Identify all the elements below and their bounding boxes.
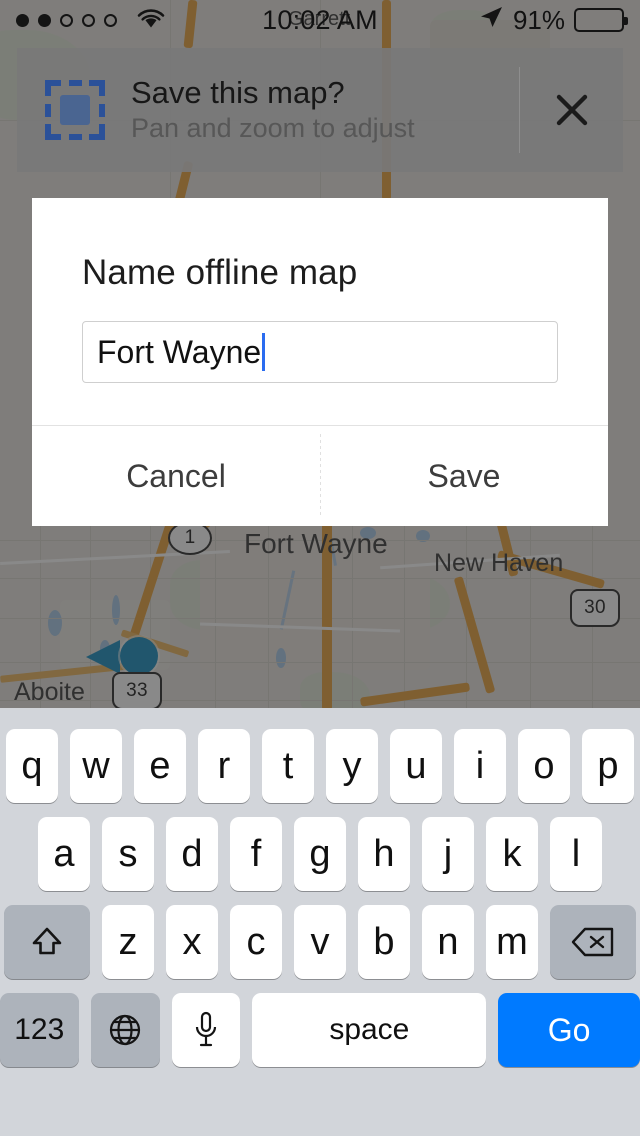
go-key[interactable]: Go — [498, 993, 640, 1067]
keyboard-row-3: z x c v b n m — [0, 898, 640, 986]
status-bar-right: 91% — [478, 4, 628, 37]
key-p[interactable]: p — [582, 729, 634, 803]
banner-close-button[interactable] — [520, 48, 623, 172]
cancel-button[interactable]: Cancel — [32, 426, 320, 526]
location-arrow-icon — [478, 4, 504, 37]
shift-key[interactable] — [4, 905, 90, 979]
keyboard-row-1: q w e r t y u i o p — [0, 722, 640, 810]
map-street — [404, 500, 405, 708]
actions-divider — [320, 434, 321, 518]
key-z[interactable]: z — [102, 905, 154, 979]
dialog-actions: Cancel Save — [32, 426, 608, 526]
numbers-key[interactable]: 123 — [0, 993, 79, 1067]
key-h[interactable]: h — [358, 817, 410, 891]
current-location-dot — [120, 637, 158, 675]
map-water — [276, 648, 286, 668]
map-street — [0, 578, 640, 579]
key-c[interactable]: c — [230, 905, 282, 979]
map-highway — [359, 682, 471, 707]
keyboard-row-2: a s d f g h j k l — [0, 810, 640, 898]
key-r[interactable]: r — [198, 729, 250, 803]
map-label-aboite: Aboite — [14, 678, 85, 706]
dialog-title: Name offline map — [82, 253, 358, 292]
map-street — [90, 500, 91, 708]
key-f[interactable]: f — [230, 817, 282, 891]
map-highway — [453, 576, 496, 694]
key-v[interactable]: v — [294, 905, 346, 979]
selection-square-icon — [45, 80, 105, 140]
screen: 1 33 30 Garrett Fort Wayne New Haven Abo… — [0, 0, 640, 1136]
map-street — [215, 500, 216, 708]
key-w[interactable]: w — [70, 729, 122, 803]
banner-subtitle: Pan and zoom to adjust — [131, 113, 415, 144]
battery-percent-label: 91% — [512, 4, 565, 35]
battery-icon — [574, 8, 628, 32]
map-name-input-value: Fort Wayne — [97, 333, 262, 370]
key-e[interactable]: e — [134, 729, 186, 803]
name-field-wrapper: Fort Wayne — [32, 293, 608, 425]
key-n[interactable]: n — [422, 905, 474, 979]
map-name-input[interactable]: Fort Wayne — [82, 321, 558, 383]
banner-title: Save this map? — [131, 75, 345, 111]
name-offline-map-dialog: Name offline map Fort Wayne Cancel Save — [32, 198, 608, 526]
map-water — [112, 595, 120, 625]
key-d[interactable]: d — [166, 817, 218, 891]
backspace-key[interactable] — [550, 905, 636, 979]
microphone-icon — [193, 1011, 219, 1049]
map-water — [48, 610, 62, 636]
status-bar: 10:02 AM 91% — [0, 0, 640, 40]
keyboard-row-4: 123 space Go — [0, 986, 640, 1074]
key-g[interactable]: g — [294, 817, 346, 891]
dictation-key[interactable] — [171, 993, 241, 1067]
save-map-banner[interactable]: Save this map? Pan and zoom to adjust — [17, 48, 623, 172]
key-l[interactable]: l — [550, 817, 602, 891]
globe-key[interactable] — [90, 993, 160, 1067]
space-key[interactable]: space — [252, 993, 487, 1067]
on-screen-keyboard[interactable]: q w e r t y u i o p a s d f g h j k l z … — [0, 708, 640, 1136]
shift-icon — [29, 924, 65, 960]
location-direction-cone — [86, 640, 120, 674]
key-i[interactable]: i — [454, 729, 506, 803]
text-cursor — [262, 333, 266, 371]
map-street — [530, 500, 531, 708]
key-u[interactable]: u — [390, 729, 442, 803]
save-button[interactable]: Save — [320, 426, 608, 526]
key-x[interactable]: x — [166, 905, 218, 979]
banner-text-group: Save this map? Pan and zoom to adjust — [131, 74, 519, 146]
map-green-area — [300, 672, 370, 708]
key-q[interactable]: q — [6, 729, 58, 803]
key-t[interactable]: t — [262, 729, 314, 803]
map-street — [0, 700, 640, 701]
highway-shield-1: 1 — [168, 521, 212, 555]
key-j[interactable]: j — [422, 817, 474, 891]
highway-shield-33: 33 — [112, 672, 162, 708]
key-m[interactable]: m — [486, 905, 538, 979]
map-label-fort-wayne: Fort Wayne — [244, 528, 388, 559]
key-y[interactable]: y — [326, 729, 378, 803]
key-k[interactable]: k — [486, 817, 538, 891]
close-icon — [554, 92, 590, 128]
key-s[interactable]: s — [102, 817, 154, 891]
key-b[interactable]: b — [358, 905, 410, 979]
map-street — [0, 618, 640, 619]
backspace-icon — [571, 926, 615, 958]
globe-icon — [107, 1012, 143, 1048]
highway-shield-30: 30 — [570, 589, 620, 627]
key-a[interactable]: a — [38, 817, 90, 891]
key-o[interactable]: o — [518, 729, 570, 803]
map-label-new-haven: New Haven — [434, 549, 564, 577]
